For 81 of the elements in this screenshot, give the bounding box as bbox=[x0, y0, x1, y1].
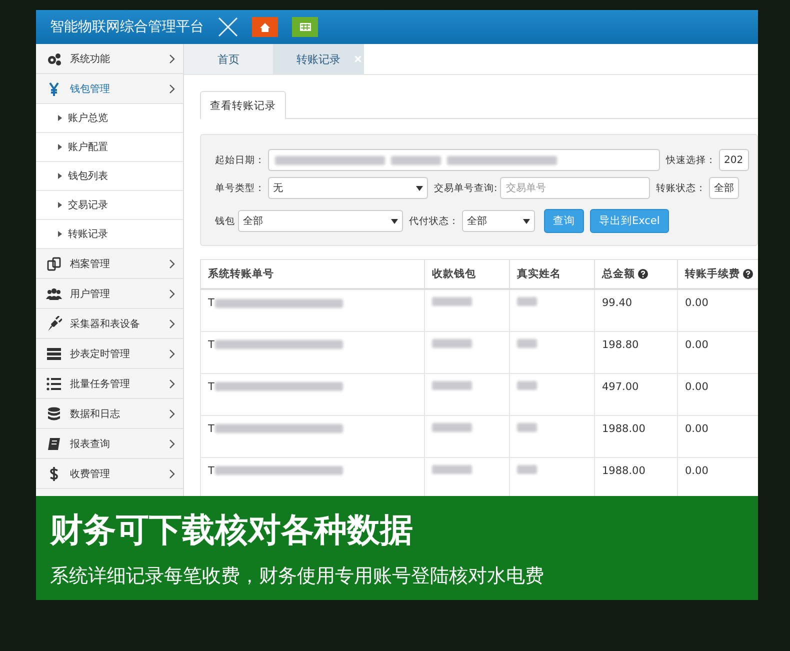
field-label: 单号类型： bbox=[215, 182, 265, 194]
chevron-icon bbox=[169, 258, 175, 268]
sidebar-subitem[interactable]: 交易记录 bbox=[36, 191, 183, 220]
blurred-text bbox=[517, 338, 537, 348]
caret-icon bbox=[416, 186, 423, 190]
tab[interactable]: 转账记录 bbox=[274, 44, 364, 74]
bullet-icon bbox=[58, 202, 62, 208]
chevron-icon bbox=[169, 54, 175, 64]
field-label: 代付状态： bbox=[409, 214, 459, 228]
blurred-text bbox=[432, 338, 472, 348]
book-icon bbox=[46, 436, 62, 452]
chevron-icon bbox=[169, 408, 175, 418]
bullet-icon bbox=[58, 115, 62, 121]
sidebar-subitem[interactable]: 账户总览 bbox=[36, 104, 183, 133]
column-header: 收款钱包 bbox=[424, 260, 510, 289]
table-cell: 99.40 bbox=[594, 289, 678, 331]
chevron-icon bbox=[169, 378, 175, 388]
table-cell: T bbox=[208, 297, 214, 309]
caret-icon bbox=[391, 218, 398, 224]
tab[interactable]: 首页 bbox=[184, 44, 274, 74]
field-label: 交易单号查询: bbox=[434, 182, 498, 194]
field-label: 钱包 bbox=[215, 214, 235, 228]
blurred-text bbox=[517, 297, 537, 306]
field-label: 起始日期： bbox=[215, 154, 265, 166]
table-cell: 198.80 bbox=[594, 331, 678, 373]
field-label: 转账状态： bbox=[656, 182, 706, 194]
bars-icon bbox=[46, 346, 62, 362]
home-button[interactable] bbox=[252, 17, 278, 37]
blurred-text bbox=[432, 422, 472, 432]
grid-icon bbox=[300, 23, 310, 31]
banner-subtitle: 系统详细记录每笔收费，财务使用专用账号登陆核对水电费 bbox=[50, 564, 545, 588]
date-range-field[interactable] bbox=[268, 149, 660, 171]
banner-title: 财务可下载核对各种数据 bbox=[50, 508, 414, 550]
column-header: 转账手续费 bbox=[678, 260, 758, 289]
caret-icon bbox=[523, 218, 530, 224]
select-field[interactable]: 全部 bbox=[709, 177, 740, 199]
sidebar-subitem[interactable]: 钱包列表 bbox=[36, 162, 183, 191]
tab[interactable]: 查看转账记录 bbox=[200, 91, 286, 119]
bullet-icon bbox=[58, 173, 62, 179]
column-header: 系统转账单号 bbox=[200, 260, 424, 289]
blurred-text bbox=[432, 380, 472, 390]
users-icon bbox=[46, 286, 62, 302]
select-field[interactable]: 202 bbox=[719, 149, 749, 171]
select-field[interactable]: 无 bbox=[268, 177, 428, 199]
column-header: 总金额 bbox=[594, 260, 678, 289]
table-cell: T bbox=[208, 464, 214, 476]
table-cell: T bbox=[208, 422, 214, 434]
plug-icon bbox=[46, 316, 62, 332]
table-cell: T bbox=[208, 338, 214, 350]
select-field[interactable]: 全部 bbox=[462, 210, 535, 232]
chevron-icon bbox=[169, 348, 175, 358]
close-icon[interactable] bbox=[218, 17, 238, 37]
blurred-text bbox=[517, 464, 537, 474]
chevron-icon bbox=[169, 318, 175, 328]
blurred-text bbox=[391, 156, 441, 164]
column-header: 真实姓名 bbox=[510, 260, 594, 289]
table-cell: 1988.00 bbox=[594, 415, 678, 457]
bullet-icon bbox=[58, 231, 62, 237]
chevron-icon bbox=[169, 288, 175, 298]
table-cell: T bbox=[208, 380, 214, 392]
home-icon bbox=[260, 22, 270, 32]
list-icon bbox=[46, 376, 62, 392]
select-field[interactable]: 全部 bbox=[238, 210, 403, 232]
app-title: 智能物联网综合管理平台 bbox=[50, 18, 204, 36]
bullet-icon bbox=[58, 144, 62, 150]
blurred-text bbox=[432, 464, 472, 474]
chevron-icon bbox=[169, 438, 175, 448]
table-cell: 497.00 bbox=[594, 373, 678, 415]
blurred-text bbox=[517, 380, 537, 390]
blurred-text bbox=[517, 422, 537, 432]
database-icon bbox=[46, 406, 62, 422]
files-icon bbox=[46, 256, 62, 272]
blurred-text bbox=[432, 297, 472, 306]
chevron-icon bbox=[169, 84, 175, 94]
chevron-icon bbox=[169, 468, 175, 478]
sidebar-subitem[interactable]: 转账记录 bbox=[36, 220, 183, 249]
sidebar-subitem[interactable]: 账户配置 bbox=[36, 133, 183, 162]
field-label: 快速选择： bbox=[666, 154, 716, 166]
input-field[interactable]: 交易单号 bbox=[500, 177, 650, 199]
grid-button[interactable] bbox=[292, 17, 318, 37]
gears-icon bbox=[46, 50, 62, 66]
